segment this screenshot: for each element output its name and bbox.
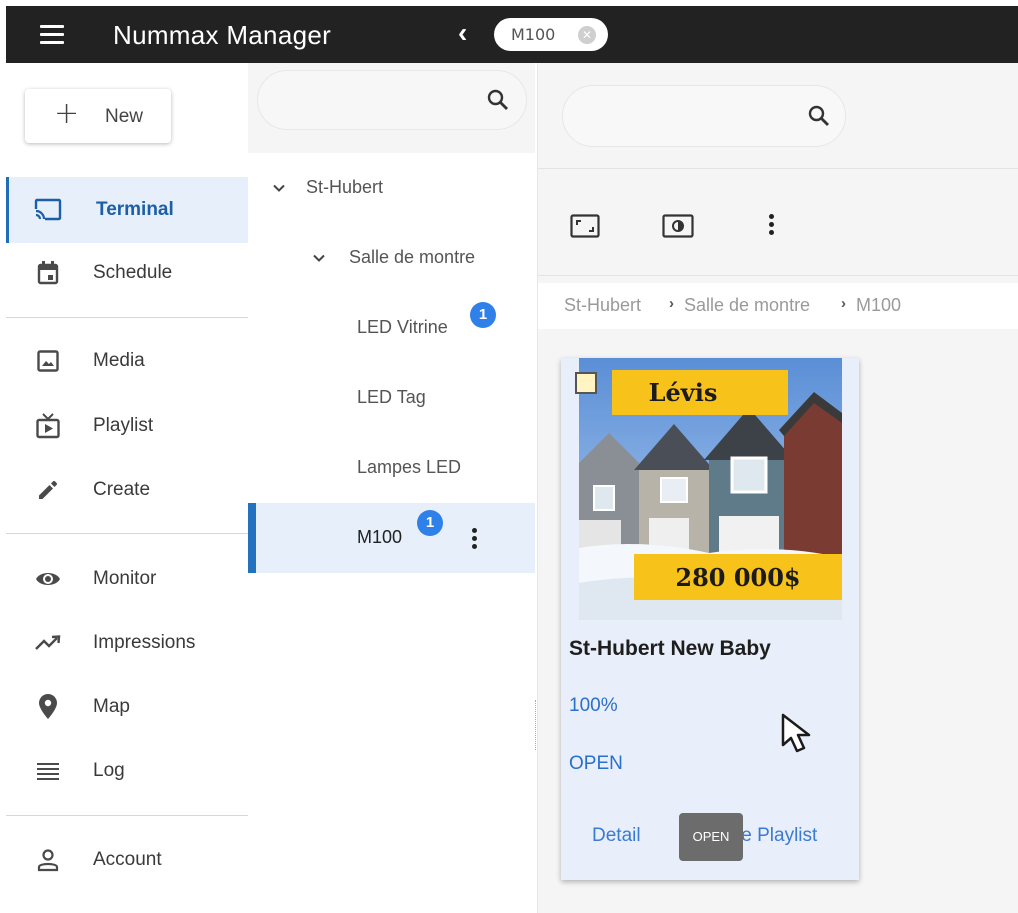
plus-icon: + (54, 96, 80, 131)
image-icon (34, 347, 62, 375)
tree-node-salle-de-montre[interactable]: Salle de montre (248, 223, 535, 293)
card-percent: 100% (569, 695, 618, 716)
app-root: Nummax Manager ‹ M100 ✕ + New Terminal S… (0, 0, 1018, 913)
banner-text: Lévis (649, 378, 718, 407)
nav-label-media: Media (93, 350, 145, 371)
search-icon[interactable] (807, 104, 831, 133)
terminal-card[interactable]: Lévis 280 000$ St-Hubert New Baby 100% O… (561, 358, 859, 880)
nav-label-log: Log (93, 760, 125, 781)
new-button[interactable]: + New (25, 89, 171, 143)
main-search-input[interactable] (562, 85, 846, 147)
chevron-down-icon[interactable] (313, 252, 325, 264)
breadcrumb-separator-icon: › (669, 295, 674, 312)
trending-up-icon (34, 629, 62, 657)
breadcrumb-item[interactable]: Salle de montre (684, 295, 810, 316)
notification-badge: 1 (470, 302, 496, 328)
nav-label-playlist: Playlist (93, 415, 154, 436)
nav-divider (6, 533, 248, 534)
tree-node-m100[interactable]: M100 1 (248, 503, 535, 573)
nav-divider (6, 815, 248, 816)
eye-icon (34, 565, 62, 593)
app-title: Nummax Manager (113, 20, 332, 50)
more-vert-icon[interactable] (472, 528, 478, 552)
nav-label-create: Create (93, 479, 151, 500)
tree-node-st-hubert[interactable]: St-Hubert (248, 153, 535, 223)
tree-label: Salle de montre (349, 247, 476, 267)
calendar-icon (34, 259, 62, 287)
nav-item-create[interactable]: Create (6, 457, 248, 523)
nav-item-schedule[interactable]: Schedule (6, 240, 248, 306)
nav-label-terminal: Terminal (96, 199, 174, 220)
toolbar-divider (538, 168, 1018, 169)
notification-badge: 1 (417, 510, 443, 536)
nav-label-monitor: Monitor (93, 568, 157, 589)
map-pin-icon (34, 693, 62, 721)
nav-label-impressions: Impressions (93, 632, 196, 653)
nav-label-map: Map (93, 696, 130, 717)
nav-item-terminal[interactable]: Terminal (6, 177, 248, 243)
card-status: OPEN (569, 753, 623, 774)
cast-icon (34, 196, 62, 224)
tree-list: St-Hubert Salle de montre LED Vitrine 1 … (248, 153, 535, 913)
tree-label: M100 (357, 527, 403, 547)
nav-item-log[interactable]: Log (6, 738, 248, 804)
mouse-pointer-icon (781, 713, 811, 753)
more-vert-icon[interactable] (755, 211, 789, 241)
nav-divider (6, 317, 248, 318)
fullscreen-icon[interactable] (568, 211, 602, 241)
nav-item-media[interactable]: Media (6, 328, 248, 394)
person-icon (34, 846, 62, 874)
toolbar-divider (538, 275, 1018, 276)
status-tooltip: OPEN (679, 813, 743, 861)
search-icon[interactable] (486, 88, 510, 117)
card-title: St-Hubert New Baby (569, 637, 771, 660)
left-nav: + New Terminal Schedule Media Playlist C… (6, 63, 248, 913)
card-thumbnail: Lévis 280 000$ (579, 358, 842, 620)
price-text: 280 000$ (675, 563, 800, 592)
pencil-icon (34, 476, 62, 504)
nav-label-account: Account (93, 849, 162, 870)
tree-label: LED Tag (357, 387, 426, 407)
nav-item-playlist[interactable]: Playlist (6, 393, 248, 459)
brightness-icon[interactable] (661, 211, 695, 241)
nav-item-map[interactable]: Map (6, 674, 248, 740)
new-button-label: New (105, 106, 144, 127)
playlist-button[interactable]: te Playlist (736, 825, 817, 847)
breadcrumb-separator-icon: › (841, 295, 846, 312)
breadcrumb: St-Hubert › Salle de montre › M100 (538, 283, 1018, 329)
tree-node-lampes-led[interactable]: Lampes LED (248, 433, 535, 503)
tree-label: Lampes LED (357, 457, 462, 477)
detail-button[interactable]: Detail (592, 825, 641, 847)
terminal-tree-panel: St-Hubert Salle de montre LED Vitrine 1 … (248, 63, 535, 913)
breadcrumb-item[interactable]: St-Hubert (564, 295, 641, 316)
tree-node-led-tag[interactable]: LED Tag (248, 363, 535, 433)
tree-node-led-vitrine[interactable]: LED Vitrine 1 (248, 293, 535, 363)
breadcrumb-item: M100 (856, 295, 902, 315)
tree-label: LED Vitrine (357, 317, 448, 337)
tree-label: St-Hubert (306, 177, 384, 197)
nav-label-schedule: Schedule (93, 262, 173, 283)
list-icon (34, 757, 62, 785)
menu-icon[interactable] (40, 25, 64, 45)
main-panel: St-Hubert › Salle de montre › M100 Lévis… (537, 63, 1018, 913)
back-chevron-icon[interactable]: ‹ (458, 19, 467, 47)
chip-label: M100 (511, 25, 556, 44)
top-bar: Nummax Manager ‹ M100 ✕ (6, 6, 1018, 63)
nav-item-monitor[interactable]: Monitor (6, 546, 248, 612)
terminal-chip[interactable]: M100 ✕ (494, 18, 608, 51)
chip-close-icon[interactable]: ✕ (578, 26, 596, 44)
nav-item-impressions[interactable]: Impressions (6, 610, 248, 676)
chevron-down-icon[interactable] (273, 182, 285, 194)
tree-search-input[interactable] (257, 70, 527, 130)
playlist-icon (34, 412, 62, 440)
card-checkbox[interactable] (575, 372, 597, 394)
nav-item-account[interactable]: Account (6, 827, 248, 893)
